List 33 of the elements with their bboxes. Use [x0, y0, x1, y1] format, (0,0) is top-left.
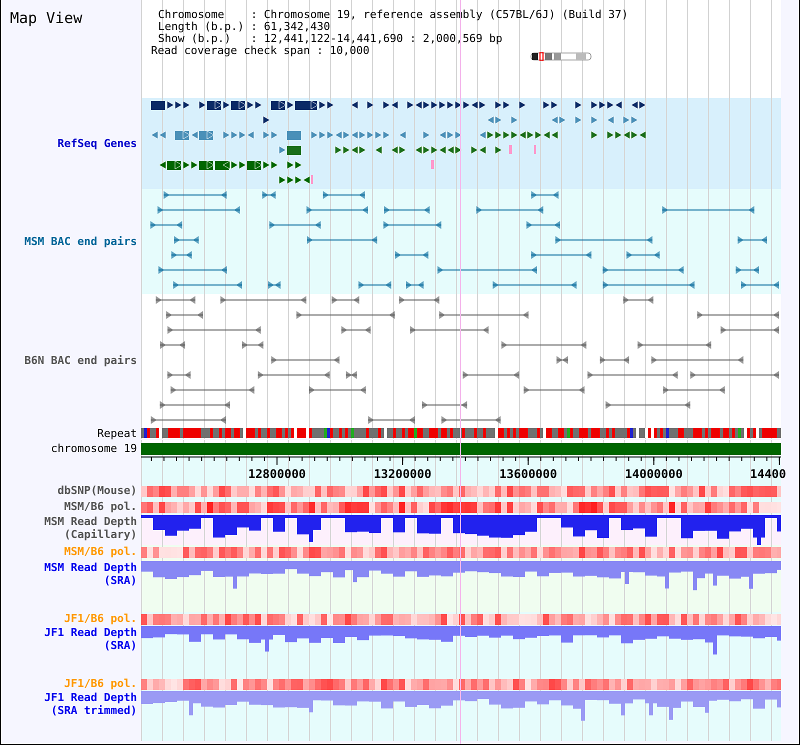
track-label: JF1 Read Depth (SRA trimmed)	[43, 691, 137, 717]
track-label: RefSeq Genes	[58, 137, 137, 150]
track-label: MSM BAC end pairs	[24, 235, 137, 248]
track-label: Repeat	[97, 427, 137, 440]
track-label: MSM/B6 pol.	[63, 545, 137, 558]
chromosome-ideogram-icon	[530, 52, 592, 61]
track-label: chromosome 19	[50, 442, 137, 454]
info-label: Read coverage check span	[151, 45, 310, 57]
axis-label: 14400	[750, 467, 786, 481]
info-value: 12,441,122-14,441,690 : 2,000,569 bp	[264, 33, 502, 45]
info-label: Show (b.p.)	[158, 33, 231, 45]
track-label: MSM/B6 pol.	[63, 500, 137, 513]
info-separator: :	[250, 21, 258, 33]
info-separator: :	[250, 33, 258, 45]
track-label: JF1/B6 pol.	[63, 612, 137, 625]
track-label: B6N BAC end pairs	[24, 354, 137, 367]
track-label: MSM Read Depth (Capillary)	[43, 515, 137, 541]
info-value: Chromosome 19, reference assembly (C57BL/6J) (Build 37)	[264, 9, 628, 21]
info-label: Length (b.p.)	[158, 21, 244, 33]
track-label: JF1 Read Depth (SRA)	[43, 626, 137, 652]
track-label: JF1/B6 pol.	[63, 677, 137, 690]
info-value: 61,342,430	[264, 21, 330, 33]
axis-label: 12800000	[248, 467, 306, 481]
info-value: 10,000	[330, 45, 370, 57]
track-label: MSM Read Depth (SRA)	[43, 561, 137, 587]
info-separator: :	[316, 45, 324, 57]
track-label: dbSNP(Mouse)	[56, 484, 137, 497]
info-separator: :	[250, 9, 258, 21]
page-title: Map View	[10, 9, 82, 27]
axis-label: 13600000	[499, 467, 558, 481]
info-label: Chromosome	[158, 9, 226, 21]
axis-label: 14000000	[624, 467, 683, 481]
axis-label: 13200000	[374, 467, 432, 481]
